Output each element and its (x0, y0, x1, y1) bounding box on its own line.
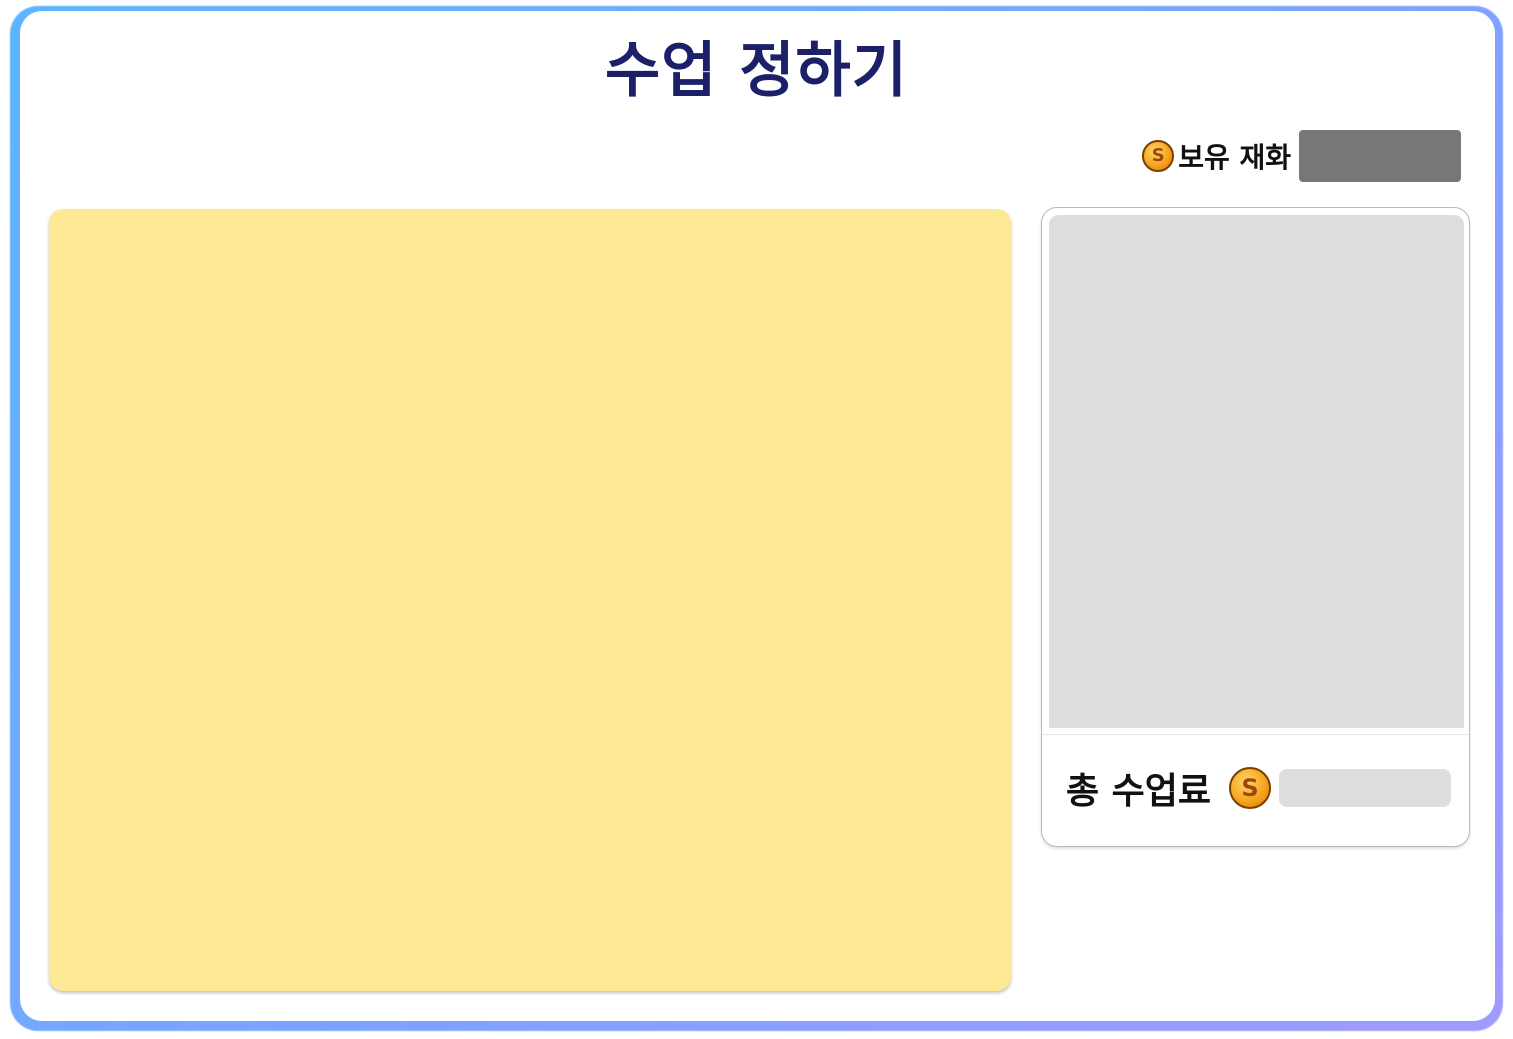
currency-display: 보유 재화 (1142, 130, 1461, 182)
currency-label: 보유 재화 (1178, 141, 1291, 174)
lesson-summary-card: 총 수업료 (1041, 207, 1470, 847)
coin-icon (1142, 140, 1175, 172)
total-fee-row: 총 수업료 (1066, 764, 1451, 812)
currency-value (1299, 130, 1461, 182)
lesson-preview-image (1049, 215, 1464, 728)
total-fee-label: 총 수업료 (1066, 771, 1212, 812)
total-fee-value (1279, 769, 1451, 807)
lesson-selection-area[interactable] (49, 209, 1011, 991)
page-title: 수업 정하기 (605, 36, 908, 106)
coin-icon (1229, 767, 1272, 809)
card-divider (1042, 734, 1469, 735)
